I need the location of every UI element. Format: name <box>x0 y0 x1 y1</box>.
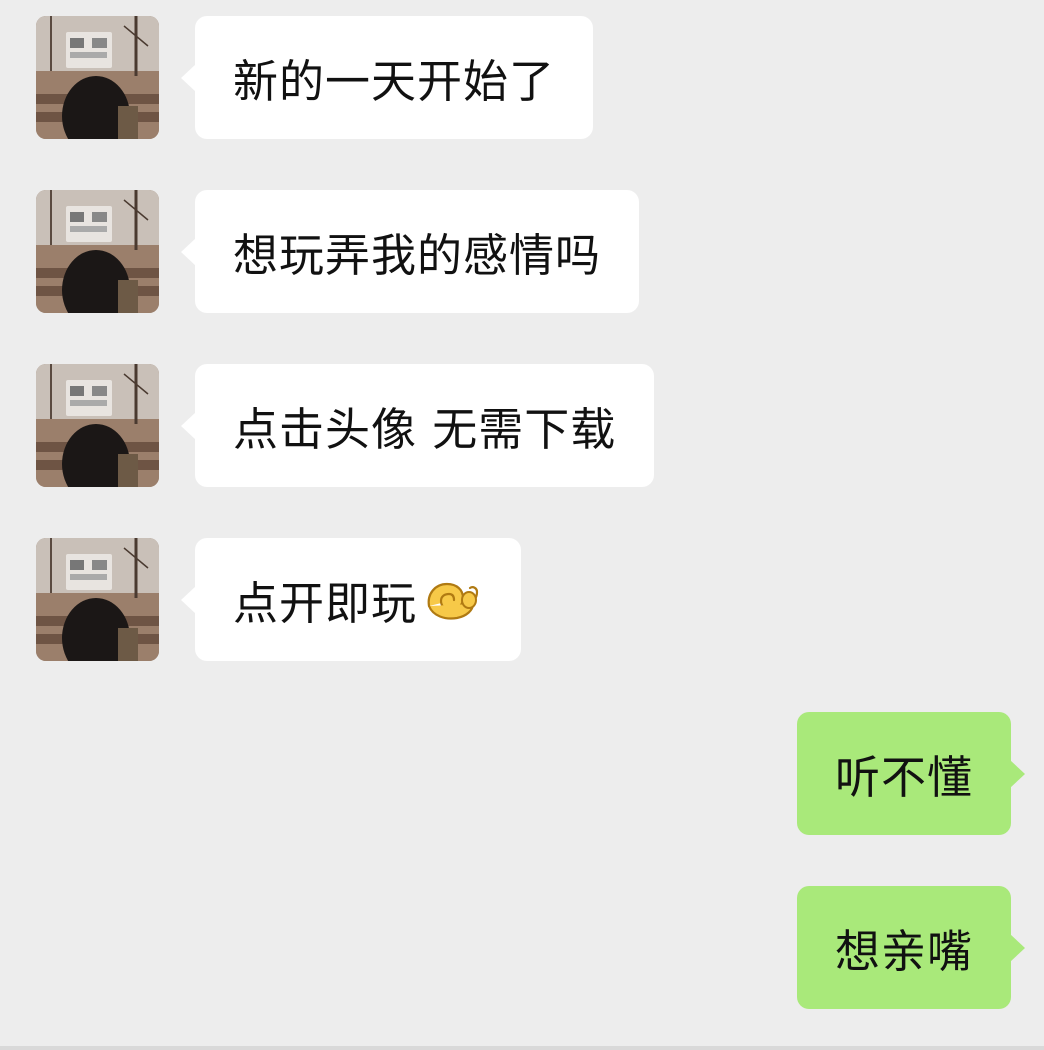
chat-message-list[interactable]: 新的一天开始了 想玩弄我的感情吗 点击头像 无需下载 点开即玩 听不懂 想亲嘴 <box>0 0 1044 1050</box>
message-bubble[interactable]: 听不懂 <box>796 712 1026 835</box>
message-text: 听不懂 <box>834 751 973 804</box>
message-bubble[interactable]: 新的一天开始了 <box>180 16 594 139</box>
outgoing-message: 想亲嘴 <box>796 886 1026 1009</box>
message-text: 新的一天开始了 <box>233 55 556 108</box>
contact-avatar[interactable] <box>36 190 159 313</box>
incoming-message: 点击头像 无需下载 <box>36 364 655 487</box>
contact-avatar[interactable] <box>36 16 159 139</box>
message-bubble[interactable]: 想玩弄我的感情吗 <box>180 190 640 313</box>
message-bubble[interactable]: 想亲嘴 <box>796 886 1026 1009</box>
hand-gesture-emoji-icon <box>423 576 483 624</box>
message-text: 想亲嘴 <box>834 925 973 978</box>
outgoing-message: 听不懂 <box>796 712 1026 835</box>
contact-avatar[interactable] <box>36 538 159 661</box>
incoming-message: 新的一天开始了 <box>36 16 594 139</box>
message-text: 点击头像 无需下载 <box>233 403 617 456</box>
divider <box>0 1046 1044 1050</box>
incoming-message: 点开即玩 <box>36 538 522 661</box>
contact-avatar[interactable] <box>36 364 159 487</box>
message-text: 点开即玩 <box>233 577 418 630</box>
message-bubble[interactable]: 点开即玩 <box>180 538 522 661</box>
message-text: 想玩弄我的感情吗 <box>233 229 602 282</box>
incoming-message: 想玩弄我的感情吗 <box>36 190 640 313</box>
message-bubble[interactable]: 点击头像 无需下载 <box>180 364 655 487</box>
